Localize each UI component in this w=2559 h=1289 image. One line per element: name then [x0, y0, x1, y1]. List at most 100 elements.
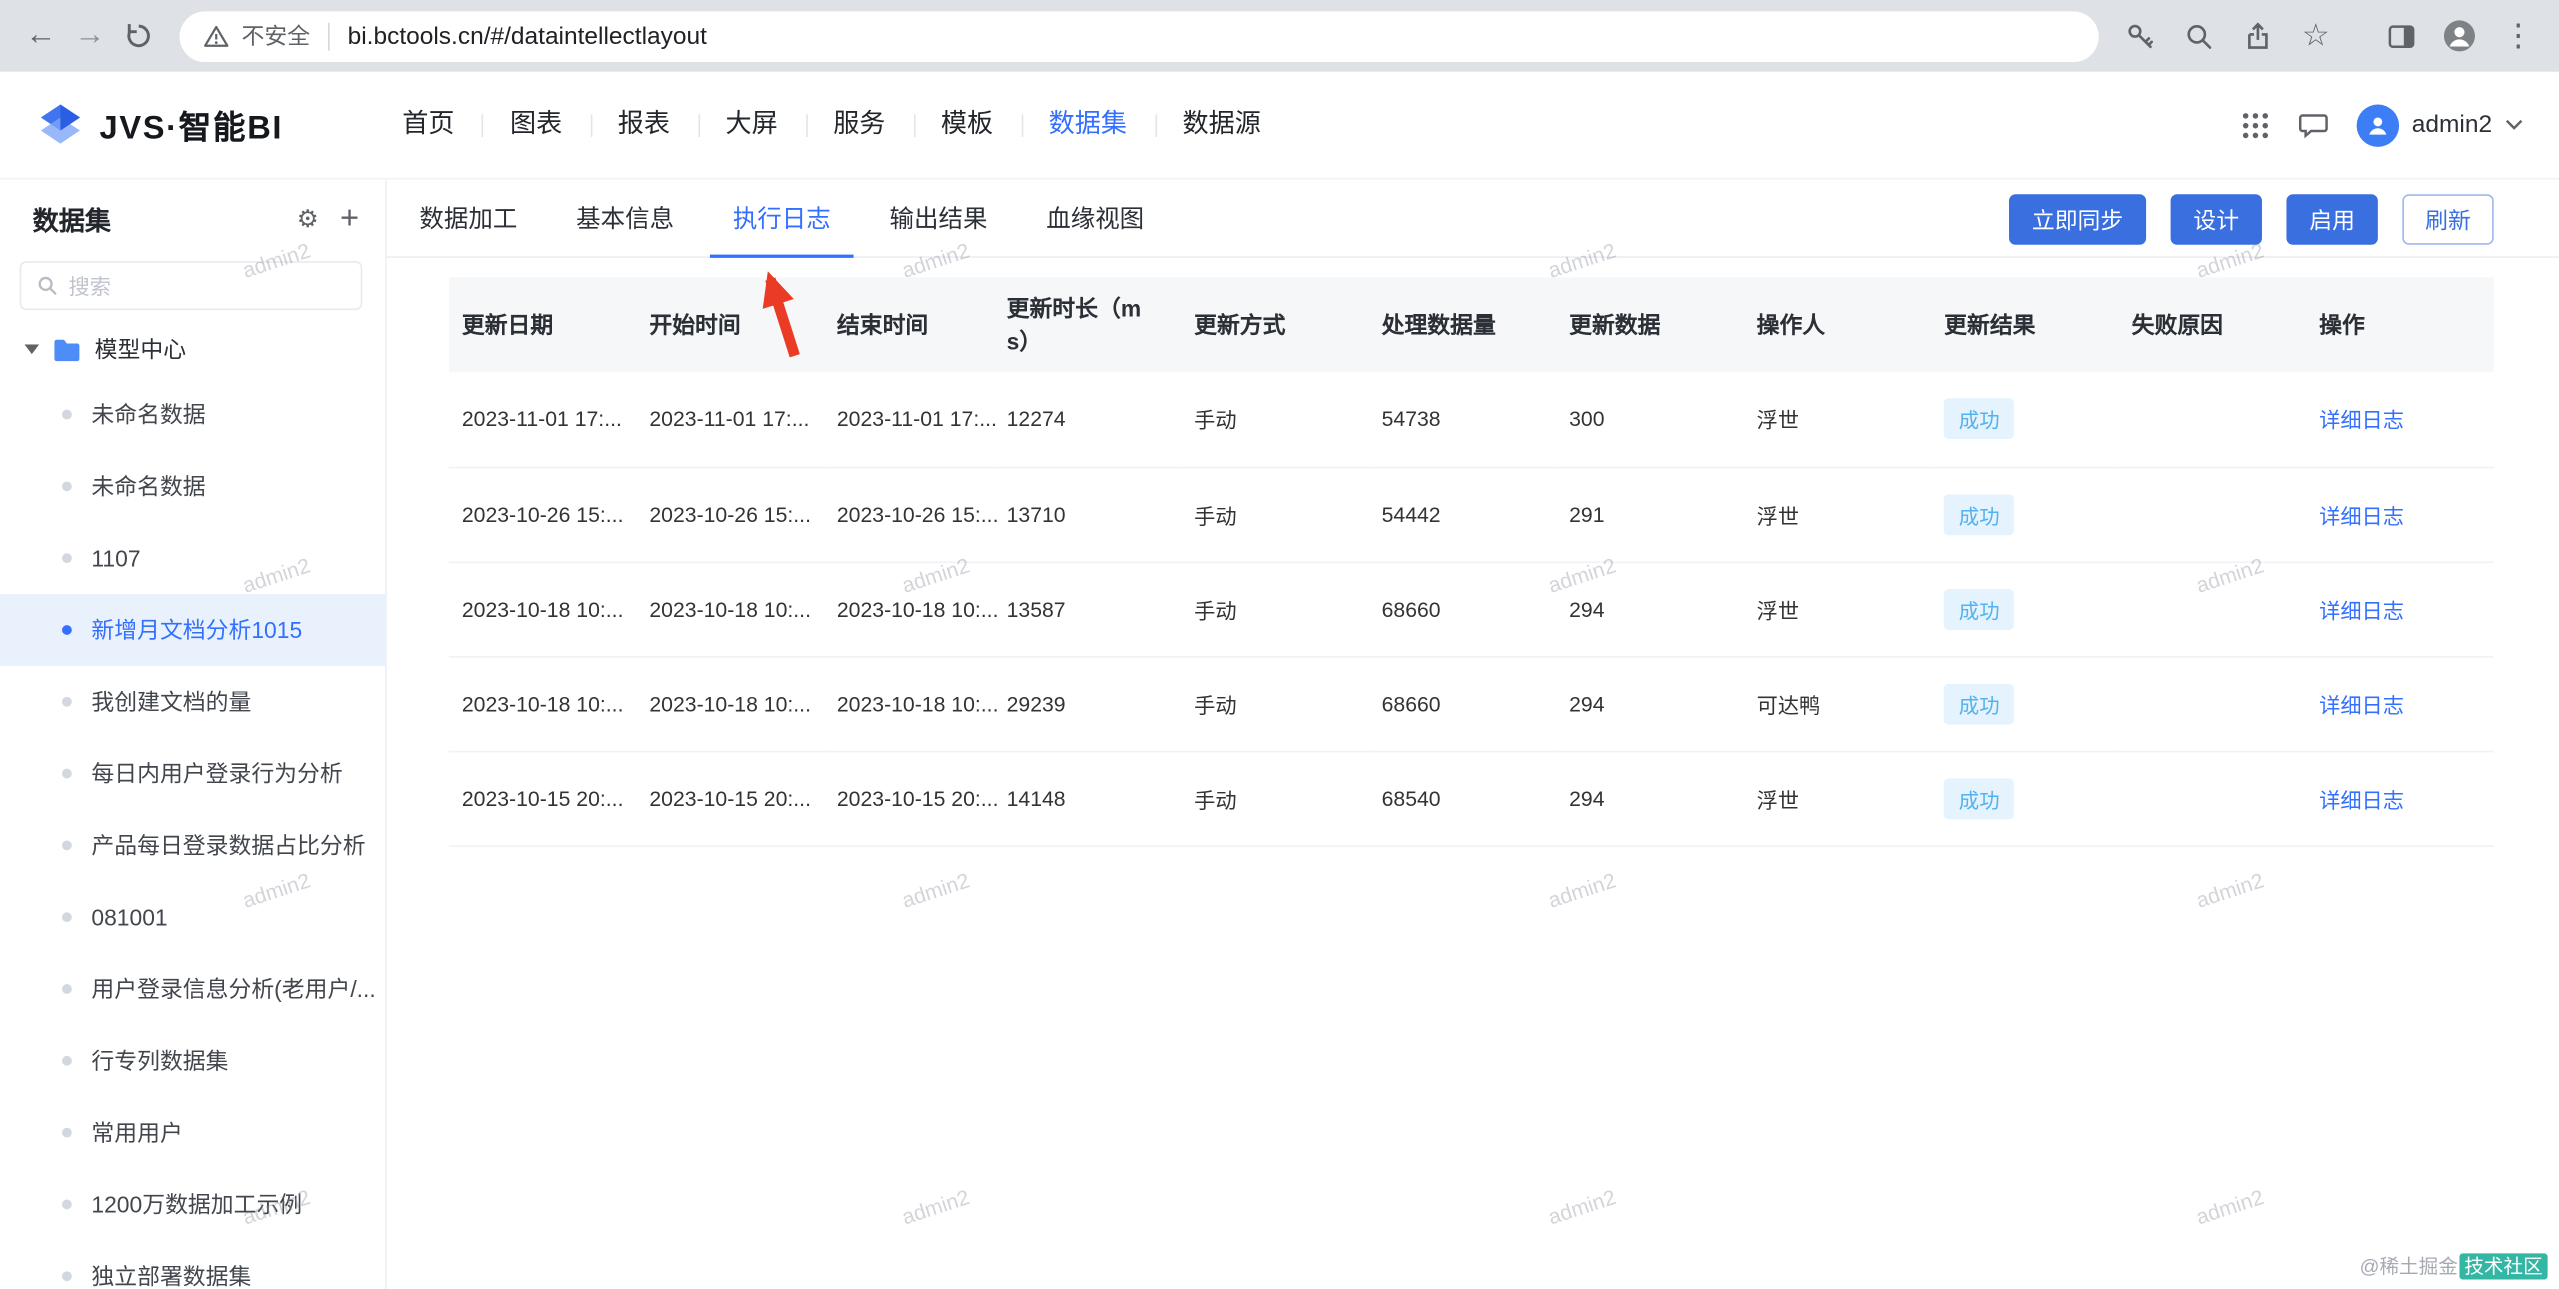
tab[interactable]: 基本信息 — [553, 180, 697, 258]
message-button[interactable] — [2298, 109, 2329, 140]
bullet-dot-icon — [62, 1056, 72, 1066]
cell-result: 成功 — [1931, 372, 2119, 467]
tab[interactable]: 血缘视图 — [1023, 180, 1167, 258]
browser-profile-button[interactable] — [2435, 11, 2484, 60]
tab[interactable]: 执行日志 — [710, 180, 854, 258]
cell-operator: 浮世 — [1744, 751, 1932, 846]
cell-duration: 12274 — [994, 372, 1182, 467]
credit-prefix: @稀土掘金 — [2360, 1255, 2458, 1278]
tree-item[interactable]: 用户登录信息分析(老用户/... — [0, 953, 385, 1025]
tree-item[interactable]: 未命名数据 — [0, 450, 385, 522]
nav-item[interactable]: 报表 — [590, 71, 698, 179]
credit-suffix: 技术社区 — [2459, 1253, 2547, 1279]
action-buttons: 立即同步 设计 启用 刷新 — [2009, 194, 2494, 245]
browser-menu-button[interactable]: ⋮ — [2494, 11, 2543, 60]
bullet-dot-icon — [62, 1200, 72, 1210]
browser-refresh-button[interactable] — [114, 11, 163, 60]
status-badge: 成功 — [1944, 588, 2014, 629]
tree-item-label: 新增月文档分析1015 — [91, 614, 302, 647]
cell-fail-reason — [2119, 372, 2307, 467]
cell-fail-reason — [2119, 561, 2307, 656]
design-button[interactable]: 设计 — [2171, 194, 2262, 245]
apps-grid-button[interactable] — [2240, 110, 2269, 139]
cell-duration: 29239 — [994, 656, 1182, 751]
cell-processed-count: 68660 — [1369, 561, 1557, 656]
tree-item-label: 行专列数据集 — [91, 1044, 228, 1077]
nav-item[interactable]: 数据源 — [1155, 71, 1289, 179]
enable-button[interactable]: 启用 — [2286, 194, 2377, 245]
add-dataset-button[interactable]: + — [340, 202, 359, 235]
tree-root-model-center[interactable]: 模型中心 — [0, 320, 385, 379]
detail-log-link[interactable]: 详细日志 — [2319, 408, 2404, 432]
cell-end-time: 2023-10-18 10:... — [824, 561, 994, 656]
status-badge: 成功 — [1944, 683, 2014, 724]
nav-item[interactable]: 模板 — [913, 71, 1021, 179]
sync-now-button[interactable]: 立即同步 — [2009, 194, 2146, 245]
tree-item[interactable]: 我创建文档的量 — [0, 666, 385, 738]
gear-icon[interactable]: ⚙ — [297, 206, 319, 230]
table-row: 2023-10-18 10:... 2023-10-18 10:... 2023… — [449, 656, 2494, 751]
tree-item[interactable]: 081001 — [0, 881, 385, 953]
column-header: 更新时长（ms） — [994, 277, 1182, 372]
cell-action: 详细日志 — [2306, 467, 2494, 562]
detail-log-link[interactable]: 详细日志 — [2319, 503, 2404, 527]
share-button[interactable] — [2233, 11, 2282, 60]
status-badge: 成功 — [1944, 778, 2014, 819]
app-header: JVS·智能BI 首页图表报表大屏服务模板数据集数据源 admin2 — [0, 72, 2559, 180]
apps-grid-icon — [2240, 110, 2269, 139]
password-key-icon[interactable] — [2115, 11, 2164, 60]
search-lens-icon — [2183, 20, 2214, 51]
sidebar-search-input[interactable] — [69, 273, 346, 297]
side-panel-button[interactable] — [2376, 11, 2425, 60]
tree-item[interactable]: 新增月文档分析1015 — [0, 594, 385, 666]
column-header: 更新日期 — [449, 277, 637, 372]
cell-updated-count: 300 — [1556, 372, 1744, 467]
browser-back-button[interactable]: ← — [16, 11, 65, 60]
side-panel-icon — [2385, 20, 2416, 51]
tree-item[interactable]: 行专列数据集 — [0, 1025, 385, 1097]
tree-item[interactable]: 常用用户 — [0, 1097, 385, 1169]
zoom-lens-button[interactable] — [2174, 11, 2223, 60]
table-body: 2023-11-01 17:... 2023-11-01 17:... 2023… — [449, 372, 2494, 845]
browser-forward-button[interactable]: → — [65, 11, 114, 60]
cell-start-time: 2023-10-26 15:... — [636, 467, 824, 562]
bullet-dot-icon — [62, 1128, 72, 1138]
cell-operator: 浮世 — [1744, 467, 1932, 562]
nav-item[interactable]: 首页 — [374, 71, 482, 179]
refresh-button[interactable]: 刷新 — [2402, 194, 2493, 245]
cell-fail-reason — [2119, 467, 2307, 562]
tree-item[interactable]: 产品每日登录数据占比分析 — [0, 809, 385, 881]
body-row: 数据集 ⚙ + 模型中心 未命名数据 — [0, 180, 2559, 1289]
nav-item[interactable]: 图表 — [482, 71, 590, 179]
detail-log-link[interactable]: 详细日志 — [2319, 693, 2404, 717]
address-bar[interactable]: 不安全 bi.bctools.cn/#/dataintellectlayout — [180, 11, 2099, 62]
bullet-dot-icon — [62, 840, 72, 850]
nav-item[interactable]: 数据集 — [1021, 71, 1155, 179]
app-logo[interactable]: JVS·智能BI — [36, 100, 283, 149]
dataset-tree: 未命名数据 未命名数据 1107 新增月文档分析1015 — [0, 379, 385, 1289]
tree-item[interactable]: 未命名数据 — [0, 379, 385, 451]
tree-item[interactable]: 1200万数据加工示例 — [0, 1169, 385, 1241]
nav-item[interactable]: 大屏 — [698, 71, 806, 179]
user-menu[interactable]: admin2 — [2356, 104, 2523, 146]
column-header: 结束时间 — [824, 277, 994, 372]
tab[interactable]: 输出结果 — [867, 180, 1011, 258]
nav-item[interactable]: 服务 — [805, 71, 913, 179]
cell-processed-count: 68660 — [1369, 656, 1557, 751]
cell-update-mode: 手动 — [1181, 751, 1369, 846]
cell-fail-reason — [2119, 656, 2307, 751]
tree-item[interactable]: 1107 — [0, 522, 385, 594]
bullet-dot-icon — [62, 912, 72, 922]
tree-item[interactable]: 独立部署数据集 — [0, 1240, 385, 1289]
detail-log-link[interactable]: 详细日志 — [2319, 787, 2404, 811]
tab[interactable]: 数据加工 — [397, 180, 541, 258]
bookmark-star-button[interactable]: ☆ — [2291, 11, 2340, 60]
status-badge: 成功 — [1944, 399, 2014, 440]
community-watermark: @稀土掘金技术社区 — [2360, 1252, 2548, 1280]
cell-processed-count: 68540 — [1369, 751, 1557, 846]
bullet-dot-icon — [62, 769, 72, 779]
tree-item[interactable]: 每日内用户登录行为分析 — [0, 738, 385, 810]
search-icon — [36, 274, 59, 297]
detail-log-link[interactable]: 详细日志 — [2319, 598, 2404, 622]
tree-item-label: 未命名数据 — [91, 470, 205, 503]
